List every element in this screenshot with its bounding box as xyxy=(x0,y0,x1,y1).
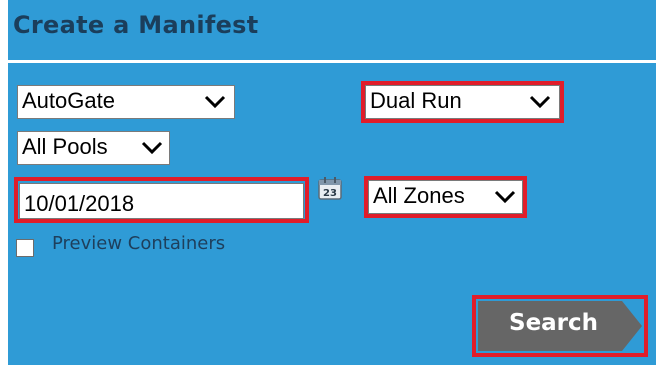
search-button-label: Search xyxy=(509,310,599,336)
chevron-down-icon xyxy=(141,141,163,155)
panel-header: Create a Manifest xyxy=(8,0,656,60)
calendar-day: 23 xyxy=(323,188,337,199)
chevron-down-icon xyxy=(494,190,516,204)
pool-select[interactable]: All Pools xyxy=(17,131,170,165)
calendar-icon[interactable]: 23 xyxy=(318,176,342,200)
header-divider xyxy=(8,60,656,63)
preview-containers-checkbox[interactable] xyxy=(16,239,34,257)
zone-select-value: All Zones xyxy=(373,183,465,208)
chevron-down-icon xyxy=(529,95,551,109)
panel-title: Create a Manifest xyxy=(13,11,259,39)
date-input[interactable]: 10/01/2018 xyxy=(19,183,304,219)
run-select-value: Dual Run xyxy=(370,88,462,113)
chevron-down-icon xyxy=(204,95,226,109)
preview-containers-label: Preview Containers xyxy=(52,233,226,254)
gate-select-value: AutoGate xyxy=(22,88,115,113)
zone-select[interactable]: All Zones xyxy=(368,180,523,214)
search-button[interactable]: Search xyxy=(472,295,648,357)
gate-select[interactable]: AutoGate xyxy=(17,85,235,119)
run-select[interactable]: Dual Run xyxy=(365,85,560,119)
date-input-value: 10/01/2018 xyxy=(24,191,135,216)
pool-select-value: All Pools xyxy=(22,134,108,159)
